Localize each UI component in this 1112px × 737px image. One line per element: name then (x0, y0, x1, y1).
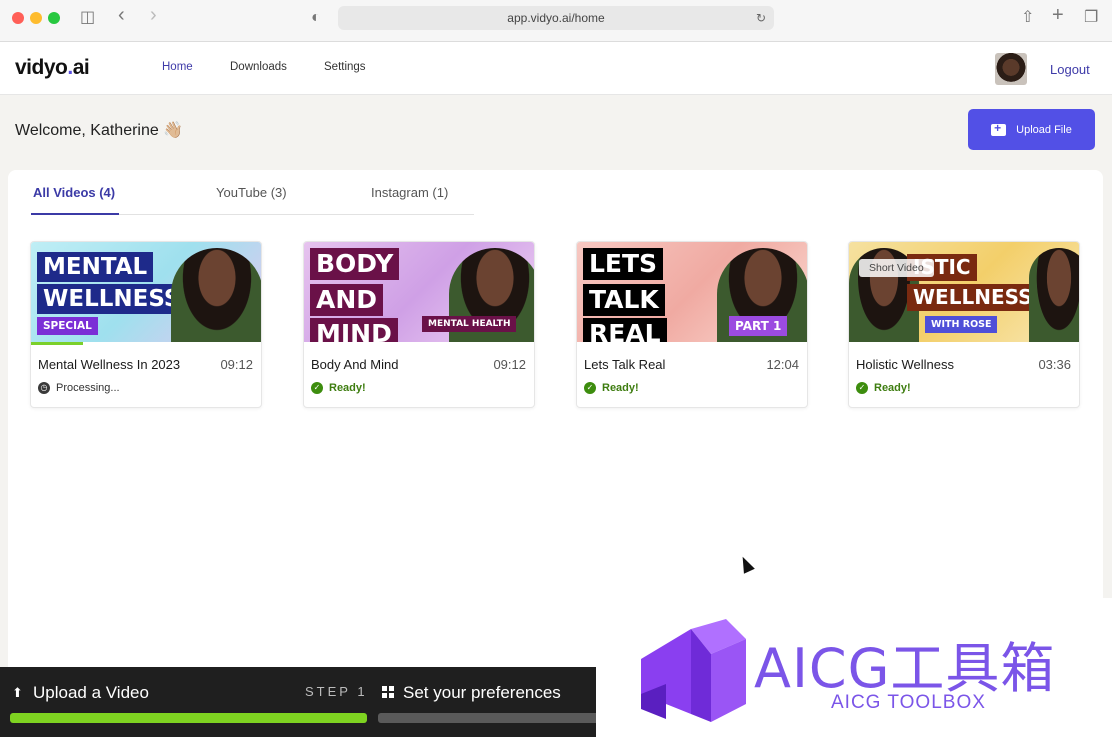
address-bar[interactable]: app.vidyo.ai/home ↻ (338, 6, 774, 30)
check-circle-icon: ✓ (856, 382, 868, 394)
logout-link[interactable]: Logout (1050, 62, 1090, 77)
video-card[interactable]: ISTIC WELLNESS WITH ROSE Short Video Hol… (848, 241, 1080, 408)
grid-icon (382, 686, 394, 698)
check-circle-icon: ✓ (311, 382, 323, 394)
thumbnail-text: MENTAL (37, 252, 154, 283)
close-window-button[interactable] (12, 12, 24, 24)
step-upload-video[interactable]: Upload a Video (33, 683, 149, 703)
video-duration: 03:36 (1038, 357, 1071, 372)
thumbnail-text: REAL (583, 318, 667, 342)
step2-progress-bar (378, 713, 600, 723)
reload-icon[interactable]: ↻ (756, 6, 766, 30)
back-icon[interactable]: ‹ (118, 5, 125, 25)
thumbnail-text: LETS (583, 248, 664, 281)
thumbnail-text: WELLNESS (37, 284, 187, 315)
logo-suffix: ai (72, 56, 90, 79)
new-tab-icon[interactable]: + (1052, 5, 1064, 25)
thumbnail-tag: WITH ROSE (925, 316, 998, 333)
presenter-image (1029, 248, 1079, 342)
folder-plus-icon (991, 121, 1007, 136)
video-card[interactable]: MENTAL WELLNESS SPECIAL Mental Wellness … (30, 241, 262, 408)
video-thumbnail[interactable]: BODY AND MIND MENTAL HEALTH (304, 242, 534, 342)
video-title: Lets Talk Real (584, 357, 666, 372)
welcome-message: Welcome, Katherine 👋🏼 (15, 122, 184, 139)
sidebar-toggle-icon[interactable]: ◫ (80, 8, 95, 28)
video-duration: 09:12 (493, 357, 526, 372)
video-thumbnail[interactable]: LETS TALK REAL PART 1 (577, 242, 807, 342)
thumbnail-text: AND (310, 284, 384, 317)
status-text: Processing... (56, 382, 120, 394)
watermark: AICG工具箱 AICG TOOLBOX (596, 598, 1112, 737)
video-thumbnail[interactable]: ISTIC WELLNESS WITH ROSE Short Video (849, 242, 1079, 342)
step1-progress-bar (10, 713, 367, 723)
step-number: STEP 1 (305, 684, 368, 699)
thumbnail-text: TALK (583, 284, 665, 317)
status-badge: ✓ Ready! (856, 382, 911, 394)
video-tabs: All Videos (4) YouTube (3) Instagram (1) (31, 170, 474, 215)
thumbnail-text: BODY (310, 248, 400, 281)
clock-icon: ◷ (38, 382, 50, 394)
presenter-image (171, 248, 261, 342)
status-badge: ✓ Ready! (584, 382, 639, 394)
url-text: app.vidyo.ai/home (507, 11, 605, 25)
thumbnail-tag: MENTAL HEALTH (422, 316, 517, 332)
thumbnail-tag: PART 1 (729, 316, 788, 336)
upload-file-label: Upload File (1016, 123, 1072, 136)
processing-progress-bar (31, 342, 83, 345)
video-card[interactable]: LETS TALK REAL PART 1 Lets Talk Real 12:… (576, 241, 808, 408)
zoom-window-button[interactable] (48, 12, 60, 24)
nav-downloads[interactable]: Downloads (230, 61, 287, 73)
tab-overview-icon[interactable]: ❐ (1084, 8, 1098, 28)
shield-icon[interactable]: ◐ (311, 8, 321, 28)
nav-home[interactable]: Home (162, 61, 193, 73)
status-badge: ◷ Processing... (38, 382, 120, 394)
status-text: Ready! (874, 382, 911, 394)
avatar[interactable] (995, 53, 1027, 85)
active-tab-indicator (31, 213, 119, 215)
video-card[interactable]: BODY AND MIND MENTAL HEALTH Body And Min… (303, 241, 535, 408)
short-video-badge: Short Video (859, 259, 934, 277)
status-text: Ready! (602, 382, 639, 394)
video-title: Mental Wellness In 2023 (38, 357, 181, 372)
onboarding-steps-bar: ⬆ Upload a Video STEP 1 Set your prefere… (0, 667, 600, 737)
upload-icon: ⬆ (12, 685, 23, 700)
minimize-window-button[interactable] (30, 12, 42, 24)
check-circle-icon: ✓ (584, 382, 596, 394)
thumbnail-text: WELLNESS (907, 284, 1039, 311)
logo-text: vidyo (15, 56, 68, 79)
thumbnail-text: MIND (310, 318, 398, 342)
tab-all-videos[interactable]: All Videos (4) (33, 185, 115, 200)
watermark-subtitle: AICG TOOLBOX (831, 692, 986, 713)
browser-toolbar: ◫ ‹ › ◐ app.vidyo.ai/home ↻ ⇧ + ❐ (0, 0, 1112, 42)
share-icon[interactable]: ⇧ (1021, 8, 1034, 28)
tab-instagram[interactable]: Instagram (1) (371, 185, 448, 200)
vidyo-logo[interactable]: vidyo.ai (15, 56, 90, 80)
nav-settings[interactable]: Settings (324, 61, 366, 73)
forward-icon[interactable]: › (150, 5, 157, 25)
status-text: Ready! (329, 382, 366, 394)
app-header: vidyo.ai Home Downloads Settings Logout (0, 42, 1112, 95)
video-duration: 12:04 (766, 357, 799, 372)
upload-file-button[interactable]: Upload File (968, 109, 1095, 150)
step-set-preferences[interactable]: Set your preferences (403, 683, 561, 703)
video-title: Holistic Wellness (856, 357, 955, 372)
video-duration: 09:12 (220, 357, 253, 372)
aicg-logo-icon (641, 619, 746, 722)
thumbnail-tag: SPECIAL (37, 317, 98, 335)
status-badge: ✓ Ready! (311, 382, 366, 394)
video-thumbnail[interactable]: MENTAL WELLNESS SPECIAL (31, 242, 261, 342)
video-title: Body And Mind (311, 357, 399, 372)
tab-youtube[interactable]: YouTube (3) (216, 185, 287, 200)
